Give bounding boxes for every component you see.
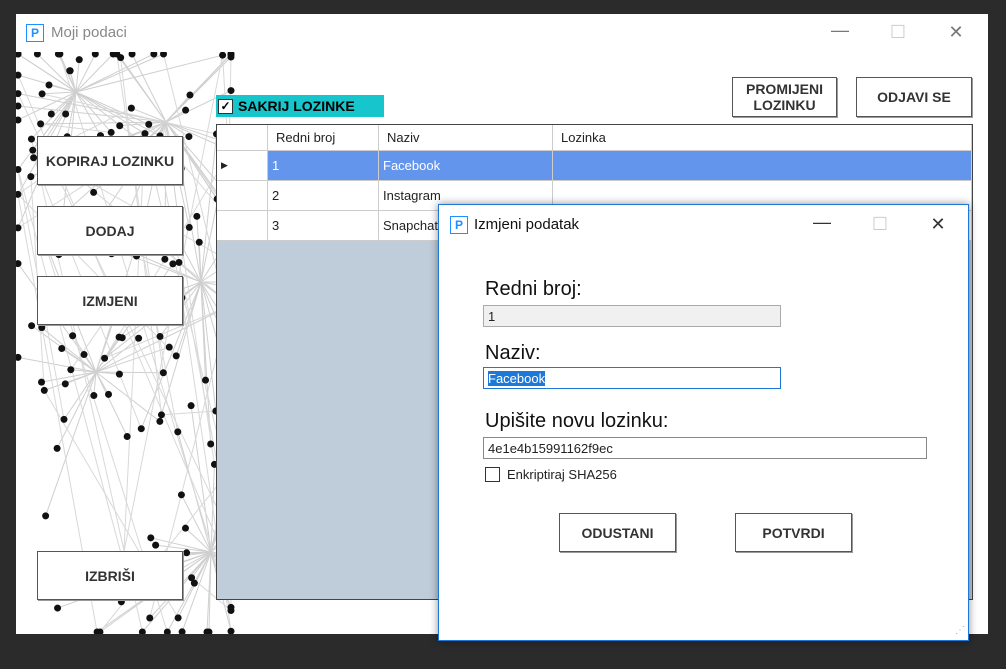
encrypt-sha256-checkbox[interactable] — [485, 467, 500, 482]
hide-passwords-label: SAKRIJ LOZINKE — [238, 98, 355, 114]
dialog-title: Izmjeni podatak — [474, 216, 580, 233]
hide-passwords-checkbox[interactable]: ✓ SAKRIJ LOZINKE — [216, 95, 384, 117]
column-header-naziv[interactable]: Naziv — [378, 125, 553, 151]
dialog-maximize-icon: ☐ — [871, 214, 889, 234]
edit-dialog: P Izmjeni podatak — ☐ ✕ Redni broj: 1 Na… — [438, 204, 969, 641]
row-header-current-icon[interactable]: ▶ — [217, 150, 268, 181]
row-header[interactable] — [217, 180, 268, 211]
dialog-close-icon[interactable]: ✕ — [923, 214, 953, 235]
dialog-minimize-icon[interactable]: — — [807, 212, 837, 233]
cell-redni-broj[interactable]: 1 — [267, 150, 379, 181]
new-password-field[interactable]: 4e1e4b15991162f9ec — [483, 437, 927, 459]
window-title: Moji podaci — [51, 24, 127, 41]
app-icon: P — [26, 24, 44, 42]
new-password-label: Upišite novu lozinku: — [485, 410, 669, 432]
naziv-field[interactable]: Facebook — [483, 367, 781, 389]
column-header-lozinka[interactable]: Lozinka — [552, 125, 972, 151]
logout-button[interactable]: ODJAVI SE — [856, 77, 972, 117]
dialog-app-icon: P — [450, 216, 468, 234]
redni-broj-label: Redni broj: — [485, 278, 582, 300]
maximize-icon: ☐ — [889, 22, 907, 42]
cell-redni-broj[interactable]: 2 — [267, 180, 379, 211]
size-grip-icon[interactable]: ⋰ — [955, 625, 965, 636]
naziv-label: Naziv: — [485, 342, 541, 364]
minimize-icon[interactable]: — — [825, 20, 855, 41]
cell-redni-broj[interactable]: 3 — [267, 210, 379, 241]
redni-broj-field[interactable]: 1 — [483, 305, 781, 327]
cell-naziv[interactable]: Facebook — [378, 150, 553, 181]
close-icon[interactable]: ✕ — [941, 22, 971, 43]
cancel-button[interactable]: ODUSTANI — [559, 513, 676, 552]
delete-button[interactable]: IZBRIŠI — [37, 551, 183, 600]
add-button[interactable]: DODAJ — [37, 206, 183, 255]
cell-lozinka[interactable] — [552, 150, 972, 181]
confirm-button[interactable]: POTVRDI — [735, 513, 852, 552]
encrypt-sha256-label: Enkriptiraj SHA256 — [507, 467, 617, 482]
main-titlebar[interactable]: P Moji podaci — ☐ ✕ — [16, 14, 988, 52]
row-header[interactable] — [217, 210, 268, 241]
table-row[interactable]: ▶ 1 Facebook — [217, 150, 972, 181]
edit-button[interactable]: IZMJENI — [37, 276, 183, 325]
checkbox-check-icon[interactable]: ✓ — [218, 98, 233, 114]
column-header-redni-broj[interactable]: Redni broj — [267, 125, 379, 151]
grid-header-row: Redni broj Naziv Lozinka — [217, 125, 972, 151]
change-password-button[interactable]: PROMIJENI LOZINKU — [732, 77, 837, 117]
naziv-field-value: Facebook — [488, 371, 546, 386]
copy-password-button[interactable]: KOPIRAJ LOZINKU — [37, 136, 183, 185]
grid-corner-header — [217, 125, 268, 151]
